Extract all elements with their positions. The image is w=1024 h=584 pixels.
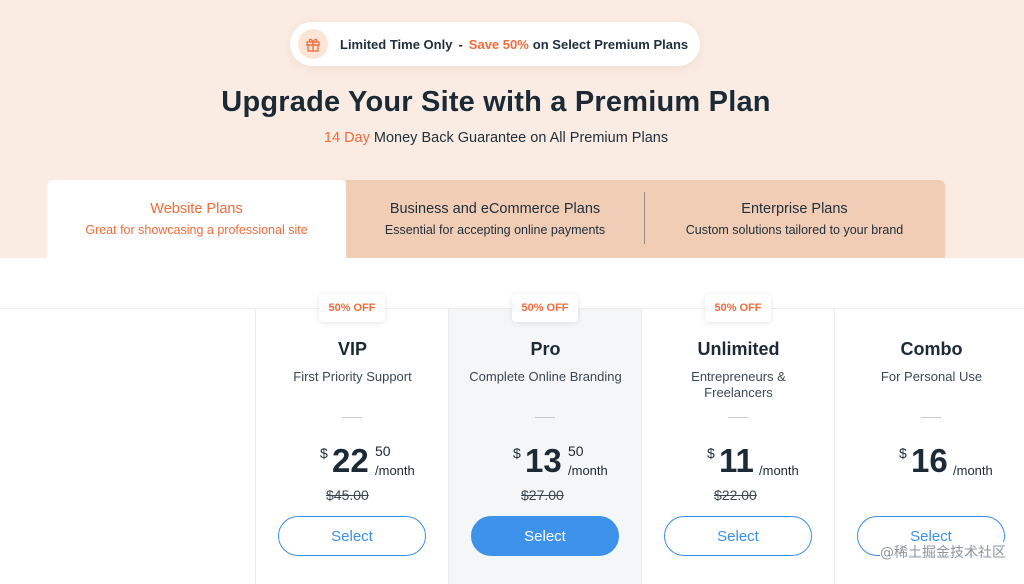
plan-description: First Priority Support (293, 369, 412, 384)
plan-name: Combo (900, 339, 963, 359)
plan-price: $ 16 /month (899, 443, 1009, 483)
plan-card-pro: 50% OFF Pro Complete Online Branding $ 1… (448, 294, 641, 584)
tab-title: Enterprise Plans (741, 201, 848, 217)
guarantee-days: 14 Day (323, 130, 370, 146)
guarantee-subtitle: 14 Day Money Back Guarantee on All Premi… (0, 130, 992, 146)
plan-card-unlimited: 50% OFF Unlimited Entrepreneurs & Freela… (641, 294, 834, 584)
discount-badge: 50% OFF (705, 294, 771, 322)
price-cents: 50 (568, 443, 584, 459)
plan-name: VIP (337, 339, 367, 359)
price-period: /month (568, 463, 608, 478)
select-vip-button[interactable]: Select (278, 516, 426, 556)
promo-label: Limited Time Only (340, 36, 453, 52)
tab-title: Website Plans (150, 201, 243, 217)
plan-price: $ 13 50 /month (513, 443, 623, 483)
promo-discount: Save 50% (468, 36, 529, 52)
divider-dash (921, 417, 941, 418)
plan-description: Entrepreneurs & Freelancers (691, 369, 786, 400)
currency-symbol: $ (707, 445, 715, 461)
divider-dash (342, 417, 362, 418)
tab-subtitle: Custom solutions tailored to your brand (685, 223, 904, 237)
tab-subtitle: Essential for accepting online payments (384, 223, 606, 237)
price-amount: 13 (525, 442, 562, 479)
price-amount: 16 (911, 442, 948, 479)
price-period: /month (953, 463, 993, 478)
price-period: /month (375, 463, 415, 478)
plan-category-tabs: Website Plans Great for showcasing a pro… (47, 180, 945, 258)
price-period: /month (759, 463, 799, 478)
select-unlimited-button[interactable]: Select (664, 516, 812, 556)
price-amount: 11 (719, 442, 754, 479)
divider-dash (728, 417, 748, 418)
price-amount: 22 (332, 442, 369, 479)
hero-section: Limited Time Only - Save 50% on Select P… (0, 0, 1024, 258)
promo-separator: - (458, 36, 463, 52)
gift-icon (298, 29, 328, 59)
plan-name: Pro (530, 339, 561, 359)
page-title: Upgrade Your Site with a Premium Plan (221, 86, 771, 118)
discount-badge: 50% OFF (319, 294, 385, 322)
plan-price: $ 22 50 /month (320, 443, 430, 483)
tab-title: Business and eCommerce Plans (389, 201, 601, 217)
tab-website-plans[interactable]: Website Plans Great for showcasing a pro… (47, 180, 346, 258)
price-cents: 50 (375, 443, 391, 459)
watermark: @稀土掘金技术社区 (880, 542, 1006, 562)
select-pro-button[interactable]: Select (471, 516, 619, 556)
currency-symbol: $ (513, 445, 521, 461)
original-price: $45.00 (326, 487, 369, 503)
pricing-table: 50% OFF VIP First Priority Support $ 22 … (0, 258, 1024, 584)
tab-subtitle: Great for showcasing a professional site (85, 223, 308, 237)
currency-symbol: $ (899, 445, 907, 461)
plan-price: $ 11 /month (707, 443, 817, 483)
plan-name: Unlimited (697, 339, 780, 359)
promo-banner: Limited Time Only - Save 50% on Select P… (290, 22, 700, 66)
currency-symbol: $ (320, 445, 328, 461)
plan-description: Complete Online Branding (469, 369, 622, 384)
discount-badge: 50% OFF (512, 294, 578, 322)
tab-enterprise-plans[interactable]: Enterprise Plans Custom solutions tailor… (644, 180, 945, 258)
plan-description: For Personal Use (880, 369, 983, 384)
original-price: $22.00 (714, 487, 757, 503)
promo-tail: on Select Premium Plans (532, 36, 689, 52)
divider-dash (535, 417, 555, 418)
original-price: $27.00 (521, 487, 564, 503)
guarantee-text: Money Back Guarantee on All Premium Plan… (373, 130, 669, 146)
plan-card-vip: 50% OFF VIP First Priority Support $ 22 … (255, 294, 448, 584)
tab-divider (644, 192, 645, 244)
tab-business-ecommerce-plans[interactable]: Business and eCommerce Plans Essential f… (346, 180, 644, 258)
